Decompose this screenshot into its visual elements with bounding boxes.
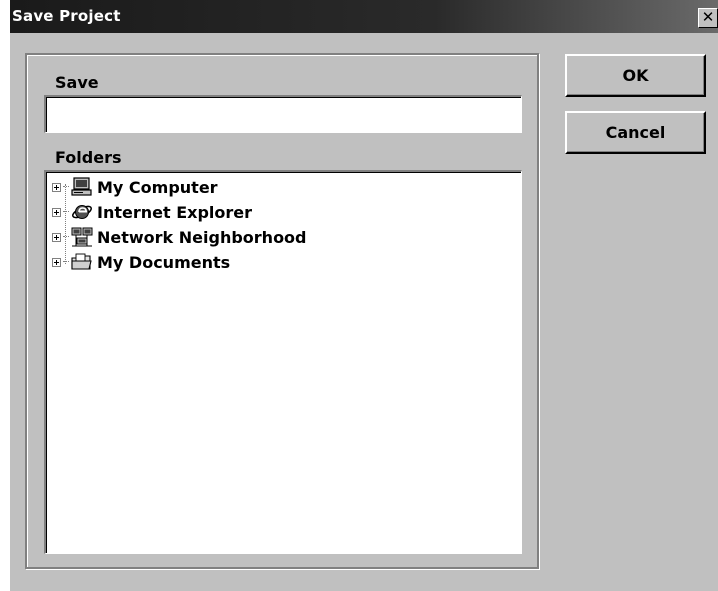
network-icon	[70, 227, 94, 247]
tree-item-label: My Computer	[97, 177, 218, 197]
tree-item-label: Internet Explorer	[97, 202, 253, 222]
folder-icon	[70, 252, 94, 272]
window-title: Save Project	[12, 7, 121, 25]
expand-icon[interactable]	[52, 257, 61, 267]
save-name-input[interactable]	[44, 95, 522, 133]
title-bar[interactable]: Save Project ✕	[10, 0, 718, 33]
folders-tree[interactable]: My Computer Internet Explorer Network Ne…	[44, 170, 522, 554]
tree-branch-line	[63, 186, 69, 188]
expand-icon[interactable]	[52, 182, 61, 192]
computer-icon	[70, 177, 94, 197]
tree-item-network-neighborhood[interactable]: Network Neighborhood	[52, 225, 307, 249]
folders-label: Folders	[55, 148, 122, 167]
tree-item-internet-explorer[interactable]: Internet Explorer	[52, 200, 252, 224]
expand-icon[interactable]	[52, 207, 61, 217]
tree-item-my-computer[interactable]: My Computer	[52, 175, 218, 199]
save-label: Save	[55, 73, 99, 92]
tree-item-my-documents[interactable]: My Documents	[52, 250, 230, 274]
expand-icon[interactable]	[52, 232, 61, 242]
ok-button[interactable]: OK	[565, 54, 706, 97]
tree-branch-line	[63, 261, 69, 263]
tree-branch-line	[63, 236, 69, 238]
cancel-button[interactable]: Cancel	[565, 111, 706, 154]
internet-explorer-icon	[70, 202, 94, 222]
tree-branch-line	[63, 211, 69, 213]
close-button[interactable]: ✕	[698, 8, 718, 28]
tree-item-label: My Documents	[97, 252, 231, 272]
tree-item-label: Network Neighborhood	[97, 227, 307, 247]
close-icon: ✕	[701, 8, 715, 26]
